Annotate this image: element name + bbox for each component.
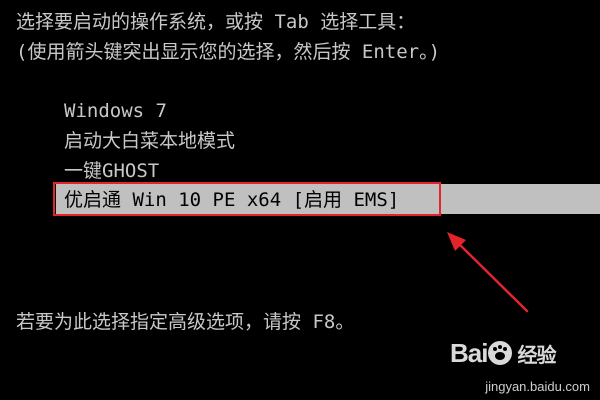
header-hint: (使用箭头键突出显示您的选择，然后按 Enter。) (16, 41, 441, 63)
header-instruction: 选择要启动的操作系统，或按 Tab 选择工具： (16, 11, 416, 33)
baidu-logo: Bai 经验 (450, 338, 590, 372)
watermark-url: jingyan.baidu.com (485, 379, 590, 394)
annotation-highlight-box (53, 182, 441, 216)
boot-option-ghost[interactable]: 一键GHOST (64, 159, 159, 183)
boot-option-dabaicai-local[interactable]: 启动大白菜本地模式 (64, 129, 235, 153)
watermark-logo-text: Bai (450, 338, 488, 368)
boot-option-windows-7[interactable]: Windows 7 (64, 99, 167, 123)
footer-advanced-options-hint: 若要为此选择指定高级选项，请按 F8。 (16, 311, 355, 333)
paw-icon (488, 341, 513, 365)
watermark-logo-cn: 经验 (517, 343, 556, 367)
baidu-jingyan-watermark: Bai 经验 jingyan.baidu.com (450, 338, 590, 394)
